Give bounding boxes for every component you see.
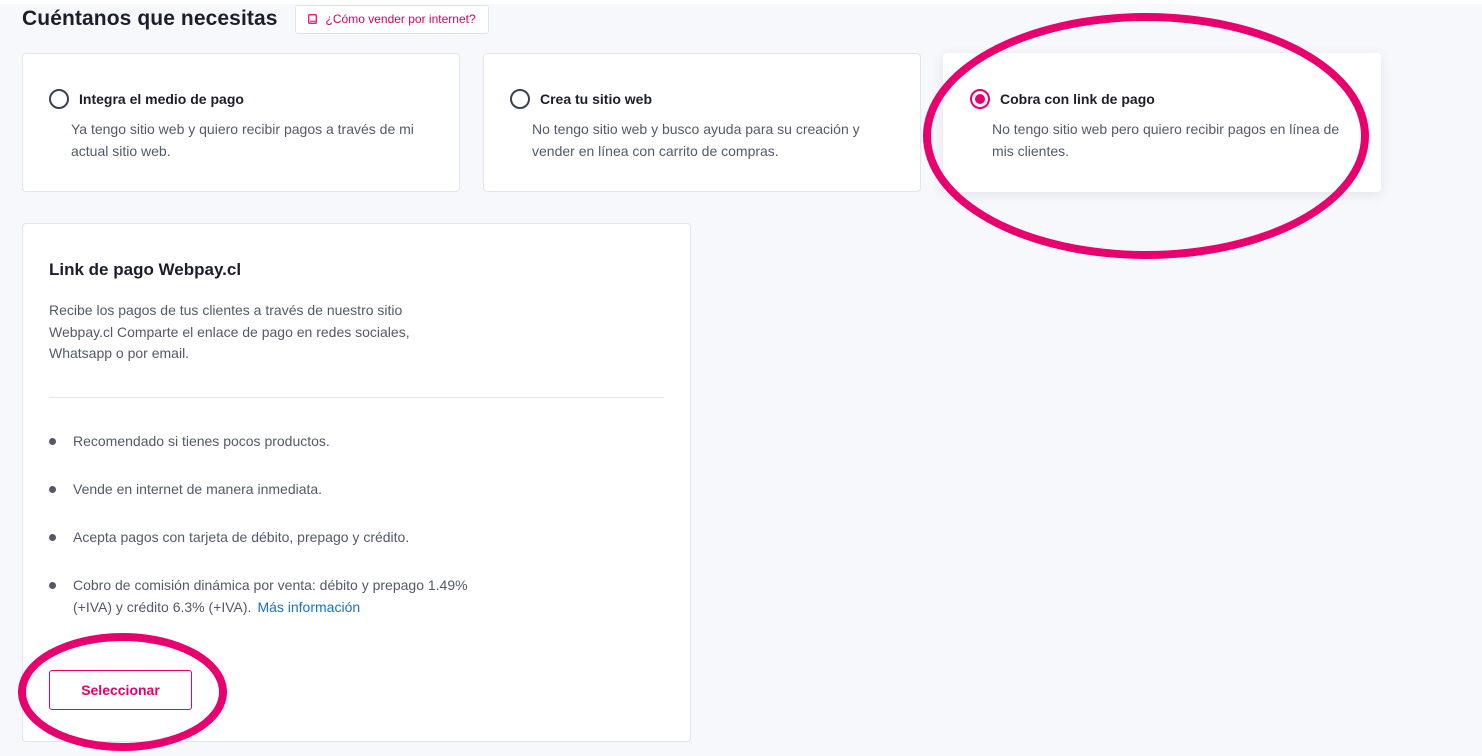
page-title: Cuéntanos que necesitas (22, 7, 278, 30)
how-to-sell-online-button[interactable]: ¿Cómo vender por internet? (294, 4, 489, 34)
feature-item: Acepta pagos con tarjeta de débito, prep… (49, 526, 469, 548)
divider (49, 397, 664, 398)
bullet-dot-icon (49, 582, 56, 589)
feature-text: Vende en internet de manera inmediata. (73, 481, 323, 497)
option-card-payment-link[interactable]: Cobra con link de pago No tengo sitio we… (943, 53, 1381, 192)
more-info-link[interactable]: Más información (257, 599, 360, 615)
bullet-dot-icon (49, 534, 56, 541)
option-description: No tengo sitio web y busco ayuda para su… (532, 121, 860, 159)
how-to-sell-online-label: ¿Cómo vender por internet? (325, 12, 476, 26)
detail-description: Recibe los pagos de tus clientes a travé… (49, 302, 410, 361)
bullet-dot-icon (49, 438, 56, 445)
radio-integrate-payment[interactable] (49, 89, 69, 109)
radio-payment-link[interactable] (970, 89, 990, 109)
payment-link-detail-card: Link de pago Webpay.cl Recibe los pagos … (22, 223, 691, 742)
feature-text: Acepta pagos con tarjeta de débito, prep… (73, 529, 410, 545)
option-title: Cobra con link de pago (1000, 91, 1155, 107)
feature-text: Recomendado si tienes pocos productos. (73, 433, 330, 449)
page-header: Cuéntanos que necesitas ¿Cómo vender por… (22, 4, 489, 34)
option-title: Integra el medio de pago (79, 91, 244, 107)
book-icon (307, 14, 317, 24)
option-description: No tengo sitio web pero quiero recibir p… (992, 121, 1340, 159)
option-card-integrate-payment[interactable]: Integra el medio de pago Ya tengo sitio … (22, 53, 460, 192)
feature-item: Cobro de comisión dinámica por venta: dé… (49, 574, 469, 618)
detail-title: Link de pago Webpay.cl (49, 260, 242, 279)
radio-selected-dot (975, 94, 985, 104)
option-title: Crea tu sitio web (540, 91, 653, 107)
bullet-dot-icon (49, 486, 56, 493)
feature-item: Vende en internet de manera inmediata. (49, 478, 469, 500)
option-description: Ya tengo sitio web y quiero recibir pago… (71, 121, 414, 159)
select-button[interactable]: Seleccionar (49, 670, 192, 710)
feature-list: Recomendado si tienes pocos productos. V… (49, 430, 469, 644)
feature-item: Recomendado si tienes pocos productos. (49, 430, 469, 452)
option-card-create-website[interactable]: Crea tu sitio web No tengo sitio web y b… (483, 53, 921, 192)
radio-create-website[interactable] (510, 89, 530, 109)
